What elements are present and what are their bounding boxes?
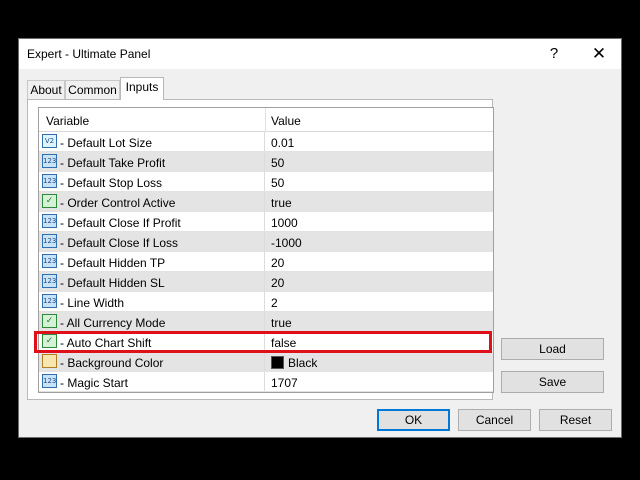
variable-name: - Default Lot Size [60,136,153,150]
table-row[interactable]: - Background Color Black [39,352,493,372]
variable-cell: ✓ - Auto Chart Shift [39,332,265,351]
table-row[interactable]: 123 - Line Width 2 [39,292,493,312]
expert-properties-dialog: Expert - Ultimate Panel ? ✕ About Common… [18,38,622,438]
tab-inputs[interactable]: Inputs [120,77,164,100]
value-cell[interactable]: 20 [271,256,284,270]
value-column-header[interactable]: Value [271,114,301,128]
variable-cell: 123 - Magic Start [39,372,265,391]
variable-cell: 123 - Default Take Profit [39,152,265,171]
double-icon: V2 [42,134,57,148]
help-button[interactable]: ? [539,43,569,65]
integer-icon: 123 [42,214,57,228]
title-bar: Expert - Ultimate Panel ? ✕ [19,39,621,69]
tab-about[interactable]: About [27,80,65,99]
color-name: Black [288,356,318,370]
integer-icon: 123 [42,174,57,188]
integer-icon: 123 [42,274,57,288]
grid-header: Variable Value [39,108,493,132]
table-row[interactable]: ✓ - Auto Chart Shift false [39,332,493,352]
column-divider[interactable] [265,108,266,132]
variable-name: - Default Take Profit [60,156,166,170]
value-cell[interactable]: true [271,316,292,330]
integer-icon: 123 [42,294,57,308]
integer-icon: 123 [42,374,57,388]
tab-common[interactable]: Common [65,80,120,99]
table-row[interactable]: 123 - Default Stop Loss 50 [39,172,493,192]
variable-name: - Default Hidden SL [60,276,165,290]
color-swatch [271,356,284,369]
value-cell[interactable]: 1707 [271,376,298,390]
variable-name: - Default Hidden TP [60,256,166,270]
variable-name: - Magic Start [60,376,129,390]
value-cell[interactable]: true [271,196,292,210]
table-row[interactable]: 123 - Default Close If Profit 1000 [39,212,493,232]
value-cell[interactable]: 1000 [271,216,298,230]
table-row[interactable]: V2 - Default Lot Size 0.01 [39,132,493,152]
variable-cell: V2 - Default Lot Size [39,132,265,151]
variable-name: - Background Color [60,356,164,370]
variable-name: - Default Close If Loss [60,236,179,250]
variable-name: - Default Close If Profit [60,216,181,230]
boolean-icon: ✓ [42,334,57,348]
table-row[interactable]: 123 - Default Hidden TP 20 [39,252,493,272]
table-row[interactable]: 123 - Default Close If Loss -1000 [39,232,493,252]
inputs-grid[interactable]: Variable Value V2 - Default Lot Size 0.0… [38,107,494,393]
variable-cell: 123 - Default Hidden TP [39,252,265,271]
table-row[interactable]: 123 - Default Hidden SL 20 [39,272,493,292]
integer-icon: 123 [42,254,57,268]
variable-name: - Default Stop Loss [60,176,163,190]
close-icon[interactable]: ✕ [584,43,614,65]
load-button[interactable]: Load [501,338,604,360]
variable-cell: ✓ - Order Control Active [39,192,265,211]
table-row[interactable]: ✓ - Order Control Active true [39,192,493,212]
variable-name: - Order Control Active [60,196,176,210]
value-cell[interactable]: 0.01 [271,136,294,150]
variable-name: - All Currency Mode [60,316,166,330]
boolean-icon: ✓ [42,194,57,208]
value-cell[interactable]: -1000 [271,236,302,250]
window-title: Expert - Ultimate Panel [27,47,151,61]
boolean-icon: ✓ [42,314,57,328]
variable-cell: 123 - Default Close If Loss [39,232,265,251]
variable-cell: 123 - Default Close If Profit [39,212,265,231]
variable-cell: ✓ - All Currency Mode [39,312,265,331]
variable-cell: 123 - Default Hidden SL [39,272,265,291]
reset-button[interactable]: Reset [539,409,612,431]
color-icon [42,354,57,368]
variable-cell: - Background Color [39,352,265,371]
integer-icon: 123 [42,234,57,248]
table-row[interactable]: 123 - Magic Start 1707 [39,372,493,392]
variable-column-header[interactable]: Variable [46,114,89,128]
ok-button[interactable]: OK [377,409,450,431]
value-cell[interactable]: false [271,336,296,350]
cancel-button[interactable]: Cancel [458,409,531,431]
variable-cell: 123 - Default Stop Loss [39,172,265,191]
value-cell[interactable]: 50 [271,176,284,190]
value-cell[interactable]: 2 [271,296,278,310]
inputs-tab-panel: Variable Value V2 - Default Lot Size 0.0… [27,99,494,400]
variable-name: - Line Width [60,296,125,310]
variable-name: - Auto Chart Shift [60,336,152,350]
value-cell[interactable]: 50 [271,156,284,170]
table-row[interactable]: ✓ - All Currency Mode true [39,312,493,332]
table-row[interactable]: 123 - Default Take Profit 50 [39,152,493,172]
integer-icon: 123 [42,154,57,168]
value-cell[interactable]: Black [271,356,317,370]
variable-cell: 123 - Line Width [39,292,265,311]
save-button[interactable]: Save [501,371,604,393]
value-cell[interactable]: 20 [271,276,284,290]
